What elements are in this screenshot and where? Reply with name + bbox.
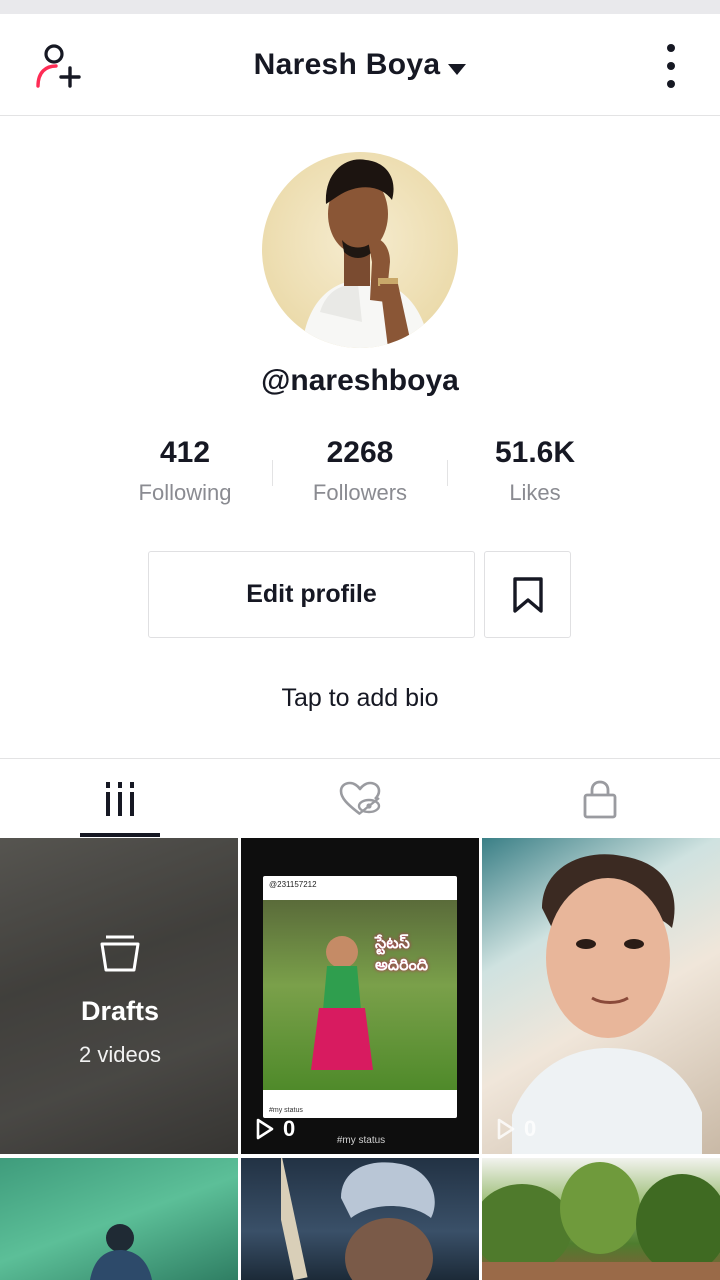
liked-hidden-icon [339,781,381,816]
card-note: #my status [269,1107,303,1114]
stat-likes[interactable]: 51.6K Likes [445,436,625,506]
tab-liked[interactable] [240,759,480,839]
stat-value: 51.6K [494,436,576,469]
lock-icon [583,780,617,819]
status-card-image: @231157212 స్టేటస్ అదిరింది #my status [263,876,457,1118]
status-bar [0,0,720,14]
account-switcher[interactable]: Naresh Boya [254,48,467,82]
drafts-tile[interactable]: Drafts 2 videos [0,838,238,1154]
account-name: Naresh Boya [253,48,441,81]
chevron-down-icon [448,64,467,76]
stat-label: Likes [509,480,561,505]
play-icon [497,1118,515,1140]
stat-followers[interactable]: 2268 Followers [270,436,450,506]
profile-username: @nareshboya [261,364,459,397]
active-tab-indicator [80,833,160,837]
video-thumbnail[interactable] [0,1158,238,1280]
favorites-button[interactable] [484,551,571,638]
bookmark-icon [512,576,543,613]
edit-profile-button[interactable]: Edit profile [148,551,475,638]
grid-icon [106,782,134,816]
stat-following[interactable]: 412 Following [95,436,275,506]
card-user: @231157212 [269,880,317,889]
drafts-label: Drafts [80,996,160,1026]
profile-tabs [0,758,720,838]
top-navigation-bar: Naresh Boya [0,14,720,116]
play-count: 0 [496,1116,536,1142]
stat-label: Followers [312,480,408,505]
stat-value: 412 [159,436,211,469]
avatar[interactable] [262,152,458,348]
tab-private[interactable] [480,759,720,839]
tab-videos[interactable] [0,759,240,839]
more-options-icon[interactable] [658,44,684,88]
drafts-count: 2 videos [79,1042,161,1067]
add-bio-prompt[interactable]: Tap to add bio [0,684,720,713]
stat-value: 2268 [326,436,394,469]
play-count-value: 0 [524,1116,537,1141]
video-thumbnail[interactable] [482,1158,720,1280]
video-grid: Drafts 2 videos @231157212 స్టేటస్ అదిరి… [0,838,720,1280]
video-thumbnail[interactable] [241,1158,479,1280]
stat-label: Following [138,480,232,505]
video-thumbnail[interactable]: 0 [482,838,720,1154]
drafts-icon [100,935,140,972]
video-thumbnail[interactable]: @231157212 స్టేటస్ అదిరింది #my status 0… [241,838,479,1154]
card-title: స్టేటస్ అదిరింది [375,935,428,974]
profile-stats: 412 Following 2268 Followers 51.6K Likes [0,436,720,526]
video-caption: #my status [336,1135,386,1146]
